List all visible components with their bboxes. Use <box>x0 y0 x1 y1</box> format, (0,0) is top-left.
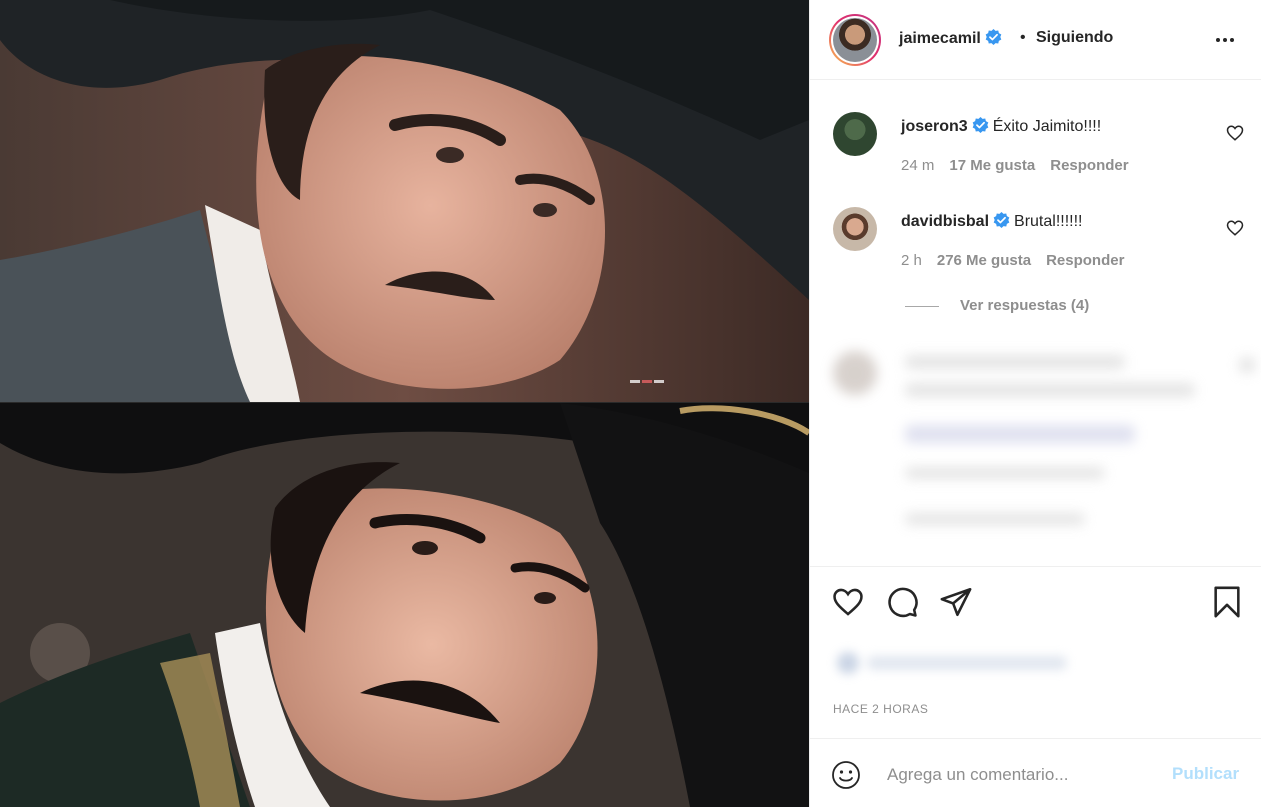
comment-meta: 2 h 276 Me gusta Responder <box>901 252 1139 269</box>
view-replies-label: Ver respuestas (4) <box>960 297 1090 314</box>
comment-meta: 24 m 17 Me gusta Responder <box>901 157 1144 174</box>
verified-icon <box>993 212 1010 228</box>
carousel-dot <box>654 380 664 383</box>
comment-avatar[interactable] <box>833 112 877 156</box>
carousel-dot <box>630 380 640 383</box>
carousel-indicator <box>630 380 664 383</box>
author-avatar[interactable] <box>829 14 881 66</box>
blurred-comment <box>819 337 1255 543</box>
carousel-dot-active <box>642 380 652 383</box>
reply-button[interactable]: Responder <box>1050 157 1128 174</box>
replies-divider <box>905 305 939 307</box>
author-username[interactable]: jaimecamil <box>899 30 981 47</box>
comment-likes[interactable]: 17 Me gusta <box>949 157 1035 174</box>
more-icon <box>1216 38 1234 42</box>
comment-time[interactable]: 24 m <box>901 157 934 174</box>
more-options-button[interactable] <box>1213 28 1237 52</box>
post-actions-bar <box>810 566 1261 638</box>
post-header: jaimecamil • Siguiendo <box>810 0 1261 80</box>
author-username-row[interactable]: jaimecamil <box>899 29 1002 48</box>
comment-avatar[interactable] <box>833 207 877 251</box>
comment-username[interactable]: joseron3 <box>901 118 968 135</box>
post-photo-top <box>0 0 809 402</box>
blurred-likes-summary <box>823 640 1073 688</box>
reply-button[interactable]: Responder <box>1046 252 1124 269</box>
comment-body: Brutal!!!!!! <box>1014 213 1083 230</box>
comment-text-row: joseron3 Éxito Jaimito!!!! <box>901 117 1101 136</box>
header-separator: • <box>1020 29 1026 46</box>
heart-icon[interactable] <box>831 585 865 619</box>
post-timestamp[interactable]: HACE 2 HORAS <box>833 702 928 716</box>
add-comment-bar: Publicar <box>810 738 1261 807</box>
comment-time[interactable]: 2 h <box>901 252 922 269</box>
view-replies-button[interactable]: Ver respuestas (4) <box>905 297 1089 314</box>
save-icon[interactable] <box>1210 585 1244 619</box>
comment-likes[interactable]: 276 Me gusta <box>937 252 1031 269</box>
following-button[interactable]: Siguiendo <box>1036 29 1113 47</box>
post-photo-bottom <box>0 403 809 807</box>
emoji-icon[interactable] <box>831 760 861 790</box>
comment-icon[interactable] <box>885 585 919 619</box>
verified-icon <box>985 29 1002 45</box>
verified-icon <box>972 117 989 133</box>
heart-icon[interactable] <box>1226 124 1244 142</box>
comment-username[interactable]: davidbisbal <box>901 213 989 230</box>
comment-body: Éxito Jaimito!!!! <box>992 118 1102 135</box>
comment-input[interactable] <box>887 761 1157 789</box>
publish-button[interactable]: Publicar <box>1172 764 1239 784</box>
post-detail-panel: jaimecamil • Siguiendo joseron3 Éxito Ja… <box>809 0 1261 807</box>
post-media[interactable] <box>0 0 809 807</box>
heart-icon[interactable] <box>1226 219 1244 237</box>
share-icon[interactable] <box>939 585 973 619</box>
comments-list[interactable]: joseron3 Éxito Jaimito!!!! 24 m 17 Me gus… <box>810 81 1261 566</box>
comment-text-row: davidbisbal Brutal!!!!!! <box>901 212 1083 231</box>
